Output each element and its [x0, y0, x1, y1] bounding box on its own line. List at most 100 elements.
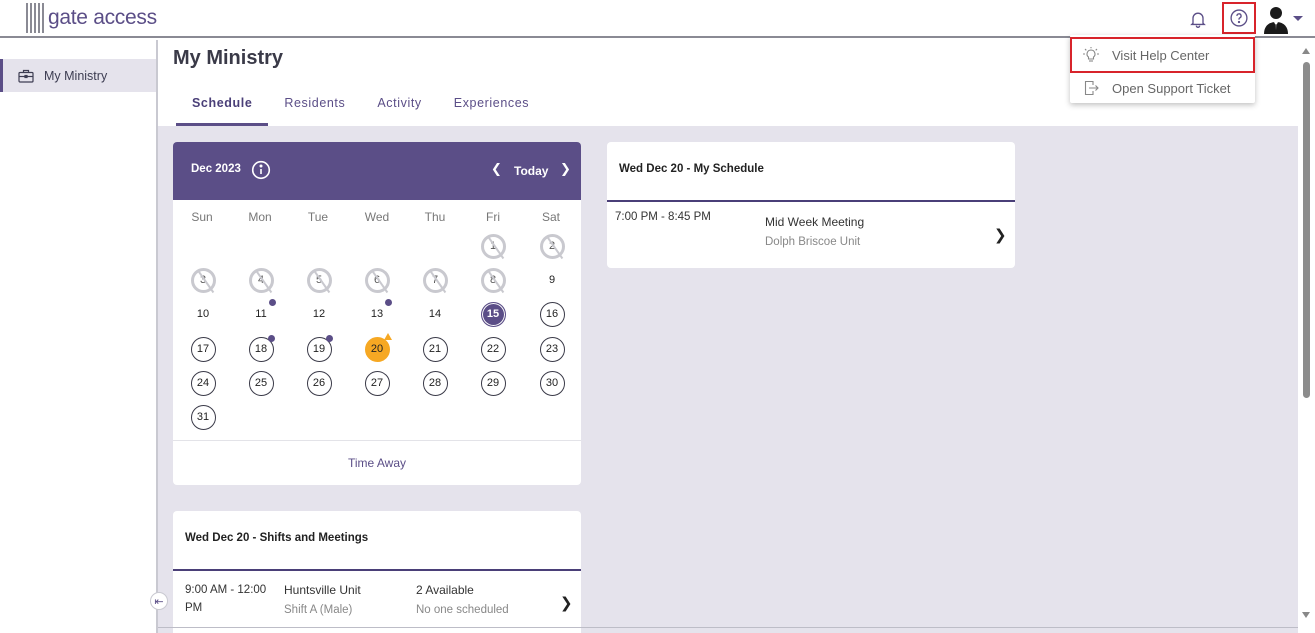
shifts-title: Wed Dec 20 - Shifts and Meetings: [185, 532, 369, 544]
weekday-label: Mon: [248, 210, 272, 224]
page-scrollbar[interactable]: [1298, 40, 1315, 633]
calendar-day-15[interactable]: 15: [480, 301, 506, 327]
calendar-day-16[interactable]: 16: [539, 301, 565, 327]
shift-row-available: 2 Available: [416, 583, 474, 597]
tab-experiences[interactable]: Experiences: [438, 92, 545, 126]
weekday-label: Sun: [191, 210, 213, 224]
event-dot: [268, 298, 276, 306]
event-dot: [384, 298, 392, 306]
calendar-card: Dec 2023 ❮ Today ❯ Sun Mon Tue Wed Thu F…: [173, 142, 581, 485]
collapse-sidebar-button[interactable]: ⇤: [150, 592, 168, 610]
calendar-day-31[interactable]: 31: [190, 404, 216, 430]
calendar-grid: 1 2 3 4 5 6 7 8 9 10 11 12 13 14 15 16 17 18 19 20 21 22 23 24 2…: [173, 230, 581, 440]
weekday-label: Fri: [486, 210, 500, 224]
bell-icon[interactable]: [1185, 6, 1211, 32]
tab-schedule[interactable]: Schedule: [176, 92, 269, 126]
schedule-row-name: Mid Week Meeting: [765, 215, 865, 229]
calendar-day-2[interactable]: 2: [539, 233, 565, 259]
shift-row-time-cont: PM: [185, 602, 203, 614]
today-marker-icon: [383, 332, 392, 340]
event-dot: [267, 334, 275, 342]
calendar-month-label: Dec 2023: [191, 163, 241, 175]
logo-text: gate access: [48, 6, 157, 29]
calendar-day-21[interactable]: 21: [422, 336, 448, 362]
calendar-day-12[interactable]: 12: [307, 302, 332, 327]
content-area: Dec 2023 ❮ Today ❯ Sun Mon Tue Wed Thu F…: [158, 126, 1298, 633]
shift-row-shift: Shift A (Male): [284, 604, 353, 616]
calendar-day-18[interactable]: 18: [248, 334, 275, 362]
help-button[interactable]: [1222, 2, 1256, 34]
chevron-right-icon[interactable]: ❯: [560, 162, 571, 177]
calendar-day-5[interactable]: 5: [306, 267, 332, 293]
sidebar-item-label: My Ministry: [44, 68, 108, 83]
my-schedule-title: Wed Dec 20 - My Schedule: [619, 163, 764, 175]
calendar-day-3[interactable]: 3: [190, 267, 216, 293]
today-button[interactable]: Today: [514, 164, 548, 178]
calendar-day-7[interactable]: 7: [422, 267, 448, 293]
calendar-day-26[interactable]: 26: [306, 370, 332, 396]
visit-help-center-item[interactable]: Visit Help Center: [1070, 37, 1255, 73]
tab-bar: Schedule Residents Activity Experiences: [176, 92, 545, 126]
calendar-day-10[interactable]: 10: [191, 302, 216, 327]
calendar-day-8[interactable]: 8: [480, 267, 506, 293]
scroll-down-icon[interactable]: [1302, 612, 1310, 618]
calendar-day-25[interactable]: 25: [248, 370, 274, 396]
calendar-day-17[interactable]: 17: [190, 336, 216, 362]
schedule-row-location: Dolph Briscoe Unit: [765, 236, 861, 248]
open-support-ticket-item[interactable]: Open Support Ticket: [1070, 72, 1255, 104]
avatar-icon[interactable]: [1261, 6, 1291, 34]
calendar-header: Dec 2023 ❮ Today ❯: [173, 142, 581, 200]
info-icon[interactable]: [251, 160, 271, 180]
help-dropdown-menu: Visit Help Center Open Support Ticket: [1070, 35, 1255, 103]
weekday-label: Wed: [364, 210, 390, 224]
shifts-card: Wed Dec 20 - Shifts and Meetings 9:00 AM…: [173, 511, 581, 633]
calendar-day-14[interactable]: 14: [423, 302, 448, 327]
chevron-right-icon[interactable]: ❯: [560, 594, 573, 612]
arrow-left-icon: ⇤: [154, 594, 164, 608]
calendar-day-13[interactable]: 13: [365, 298, 392, 327]
calendar-day-9[interactable]: 9: [540, 268, 565, 293]
calendar-day-24[interactable]: 24: [190, 370, 216, 396]
calendar-day-29[interactable]: 29: [480, 370, 506, 396]
calendar-day-28[interactable]: 28: [422, 370, 448, 396]
calendar-day-4[interactable]: 4: [248, 267, 274, 293]
weekday-label: Sat: [541, 210, 560, 224]
tab-residents[interactable]: Residents: [268, 92, 361, 126]
card-divider: [607, 200, 1015, 202]
calendar-day-23[interactable]: 23: [539, 336, 565, 362]
chevron-right-icon[interactable]: ❯: [994, 226, 1007, 244]
menu-item-label: Visit Help Center: [1112, 47, 1210, 63]
weekday-label: Tue: [307, 210, 329, 224]
calendar-day-11[interactable]: 11: [249, 298, 276, 327]
event-dot: [325, 334, 333, 342]
sidebar-item-my-ministry[interactable]: My Ministry: [0, 59, 156, 92]
help-icon: [1230, 9, 1248, 27]
calendar-footer: Time Away: [173, 440, 581, 485]
caret-down-icon[interactable]: [1293, 16, 1303, 21]
time-away-link[interactable]: Time Away: [348, 456, 406, 470]
ticket-export-icon: [1084, 80, 1099, 96]
shift-row-unit: Huntsville Unit: [284, 583, 361, 597]
calendar-day-22[interactable]: 22: [480, 336, 506, 362]
scrollbar-thumb[interactable]: [1303, 62, 1310, 398]
sidebar: My Ministry: [0, 40, 158, 633]
scroll-up-icon[interactable]: [1302, 48, 1310, 54]
briefcase-icon: [18, 69, 34, 83]
logo-bars-icon: [26, 3, 44, 33]
page-title: My Ministry: [173, 47, 284, 69]
calendar-day-19[interactable]: 19: [306, 334, 333, 362]
calendar-day-27[interactable]: 27: [364, 370, 390, 396]
shift-row-time: 9:00 AM - 12:00: [185, 584, 267, 596]
my-schedule-card: Wed Dec 20 - My Schedule 7:00 PM - 8:45 …: [607, 142, 1015, 268]
gate-access-logo[interactable]: gate access: [26, 2, 157, 34]
card-divider: [173, 569, 581, 571]
chevron-left-icon[interactable]: ❮: [491, 162, 502, 177]
tab-activity[interactable]: Activity: [361, 92, 437, 126]
calendar-day-1[interactable]: 1: [480, 233, 506, 259]
calendar-day-30[interactable]: 30: [539, 370, 565, 396]
schedule-row-time: 7:00 PM - 8:45 PM: [615, 211, 711, 223]
calendar-day-6[interactable]: 6: [364, 267, 390, 293]
top-header: gate access: [0, 0, 1315, 38]
lightbulb-icon: [1083, 47, 1099, 62]
calendar-day-20[interactable]: 20: [364, 332, 392, 362]
